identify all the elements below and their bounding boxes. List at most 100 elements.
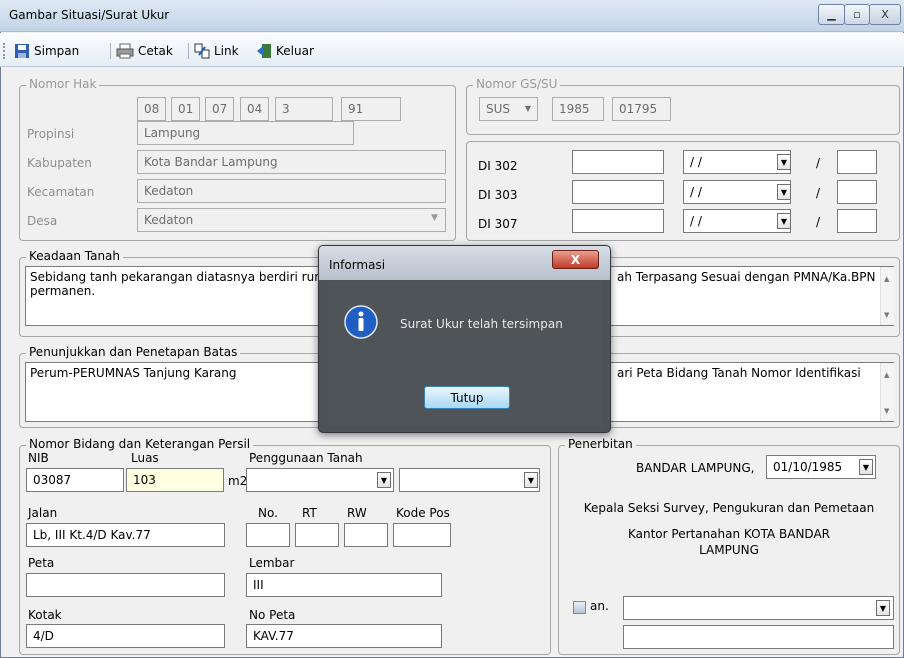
an-select[interactable]: [623, 596, 894, 620]
link-label: Link: [214, 44, 239, 58]
maximize-icon: ▫: [853, 8, 861, 21]
penggunaan-sub-select[interactable]: [399, 468, 540, 492]
di-303-label: DI 303: [478, 188, 518, 202]
an-dropdown[interactable]: ▼: [876, 600, 890, 616]
tanda-batas-textarea[interactable]: ah Terpasang Sesuai dengan PMNA/Ka.BPN: [598, 266, 894, 326]
jalan-field[interactable]: Lb, III Kt.4/D Kav.77: [26, 523, 225, 547]
an-checkbox[interactable]: [573, 601, 586, 614]
di-307-field[interactable]: [572, 209, 664, 233]
nomor-gs-legend: Nomor GS/SU: [473, 77, 561, 91]
toolbar-separator: [188, 43, 189, 59]
scroll-down-icon: ▼: [884, 311, 890, 319]
keadaan-tanah-legend: Keadaan Tanah: [26, 249, 124, 263]
scroll-down-icon: ▼: [884, 407, 890, 415]
cetak-label: Cetak: [138, 44, 173, 58]
nomor-hak-code-2: 01: [171, 97, 200, 121]
maximize-button[interactable]: ▫: [844, 4, 870, 25]
scrollbar[interactable]: ▲ ▼: [880, 267, 894, 325]
link-button[interactable]: Link: [194, 42, 239, 60]
desa-field: Kedaton: [137, 208, 446, 232]
exit-door-icon: [257, 44, 271, 58]
scrollbar[interactable]: ▲ ▼: [880, 363, 894, 421]
close-button[interactable]: X: [869, 4, 901, 25]
keluar-label: Keluar: [276, 44, 314, 58]
kotak-label: Kotak: [28, 608, 62, 622]
di-302-field[interactable]: [572, 150, 664, 174]
toolbar-grip[interactable]: [3, 43, 6, 59]
tutup-button[interactable]: Tutup: [424, 386, 510, 409]
di-302-number[interactable]: [837, 150, 877, 174]
di-303-date-dropdown[interactable]: ▼: [777, 184, 791, 200]
di-302-date[interactable]: / /: [683, 150, 791, 174]
di-302-slash: /: [816, 156, 821, 170]
minimize-button[interactable]: ▁: [818, 4, 845, 25]
kecamatan-label: Kecamatan: [27, 185, 95, 199]
info-icon: [344, 305, 378, 339]
di-307-date-dropdown[interactable]: ▼: [777, 213, 791, 229]
propinsi-label: Propinsi: [27, 127, 75, 141]
penggunaan-select[interactable]: [246, 468, 394, 492]
rt-field[interactable]: [295, 523, 339, 547]
rw-field[interactable]: [344, 523, 388, 547]
chevron-down-icon: ▼: [780, 157, 788, 167]
cetak-button[interactable]: Cetak: [116, 42, 173, 60]
chevron-down-icon: ▼: [780, 216, 788, 226]
scroll-up-icon: ▲: [884, 275, 890, 283]
penerbitan-line-1: Kepala Seksi Survey, Pengukuran dan Peme…: [583, 501, 875, 515]
informasi-dialog: Informasi X Surat Ukur telah tersimpan T…: [318, 245, 611, 433]
chevron-down-icon: ▼: [380, 475, 388, 485]
keluar-button[interactable]: Keluar: [256, 42, 314, 60]
dialog-close-button[interactable]: X: [552, 250, 599, 269]
lembar-field[interactable]: III: [246, 573, 442, 597]
nopeta-label: No Peta: [249, 608, 296, 622]
printer-icon: [116, 43, 134, 59]
nopeta-field[interactable]: KAV.77: [246, 624, 442, 648]
penggunaan-dropdown[interactable]: ▼: [377, 472, 391, 488]
toolbar: Simpan Cetak Link Keluar: [0, 33, 904, 67]
no-field[interactable]: [246, 523, 290, 547]
chevron-down-icon: ▼: [780, 187, 788, 197]
nomor-hak-code-1: 08: [137, 97, 166, 121]
peta-field[interactable]: [26, 573, 225, 597]
rt-label: RT: [302, 506, 317, 520]
penerbitan-legend: Penerbitan: [565, 437, 636, 451]
di-303-number[interactable]: [837, 180, 877, 204]
penerbitan-line-3: LAMPUNG: [699, 543, 759, 557]
di-307-number[interactable]: [837, 209, 877, 233]
penggunaan-label: Penggunaan Tanah: [249, 451, 363, 465]
nib-field[interactable]: 03087: [26, 468, 124, 492]
dialog-message: Surat Ukur telah tersimpan: [400, 317, 563, 331]
simpan-button[interactable]: Simpan: [14, 42, 79, 60]
kotak-field[interactable]: 4/D: [26, 624, 225, 648]
di-302-label: DI 302: [478, 159, 518, 173]
penerbitan-line-2: Kantor Pertanahan KOTA BANDAR: [627, 527, 830, 541]
di-302-date-dropdown[interactable]: ▼: [777, 154, 791, 170]
di-307-date-value: / /: [690, 214, 702, 228]
peta-bidang-text: ari Peta Bidang Tanah Nomor Identifikasi: [617, 366, 861, 380]
penunjukkan-legend: Penunjukkan dan Penetapan Batas: [26, 345, 241, 359]
nib-label: NIB: [28, 451, 49, 465]
chevron-down-icon: ▼: [431, 213, 438, 223]
kodepos-field[interactable]: [393, 523, 451, 547]
luas-field[interactable]: 103: [126, 468, 224, 492]
penunjukkan-text: Perum-PERUMNAS Tanjung Karang: [30, 366, 237, 380]
kecamatan-field: Kedaton: [137, 179, 446, 203]
di-307-date[interactable]: / /: [683, 209, 791, 233]
simpan-label: Simpan: [34, 44, 80, 58]
gs-number-field: 01795: [612, 97, 671, 121]
chevron-down-icon: ▼: [879, 603, 887, 613]
di-303-field[interactable]: [572, 180, 664, 204]
peta-bidang-textarea[interactable]: ari Peta Bidang Tanah Nomor Identifikasi: [598, 362, 894, 422]
desa-label: Desa: [27, 214, 58, 228]
an-label: an.: [590, 599, 609, 613]
propinsi-field: Lampung: [137, 121, 354, 145]
jalan-label: Jalan: [28, 506, 58, 520]
gs-type-select[interactable]: SUS ▼: [479, 97, 538, 121]
an-name-field[interactable]: [623, 625, 894, 649]
luas-label: Luas: [131, 451, 159, 465]
penggunaan-sub-dropdown[interactable]: ▼: [524, 472, 538, 488]
nomor-hak-code-5: 3: [275, 97, 333, 121]
di-303-date[interactable]: / /: [683, 180, 791, 204]
chevron-down-icon: ▼: [524, 104, 531, 113]
penerbitan-date-dropdown[interactable]: ▼: [859, 459, 873, 475]
